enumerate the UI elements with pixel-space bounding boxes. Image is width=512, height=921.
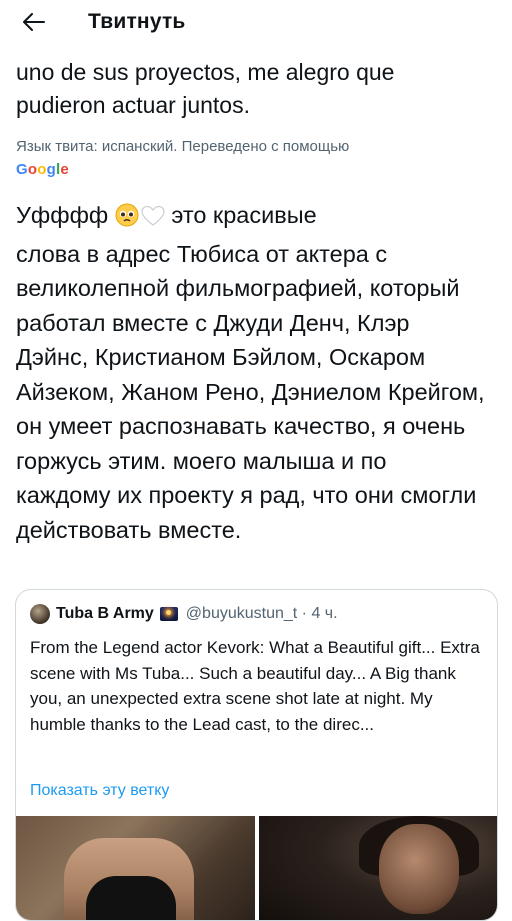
quoted-author-name[interactable]: Tuba B Army [56, 605, 154, 623]
white-heart-icon [141, 202, 165, 237]
tweet-translated-text: Уфффф это красивые слова в адрес Тюбиса … [16, 198, 486, 547]
avatar[interactable] [30, 604, 50, 624]
translated-first-line-rest: это красивые [164, 202, 317, 228]
arrow-left-icon [23, 13, 45, 31]
translated-first-word: Уфффф [16, 202, 109, 228]
face-shape [379, 824, 459, 914]
quoted-handle-time: @buyukustun_t · 4 ч. [185, 605, 338, 622]
back-button[interactable] [18, 6, 50, 38]
quoted-media-image-1[interactable] [16, 816, 255, 920]
top-bar: Твитнуть [0, 0, 512, 44]
quoted-tweet-text: From the Legend actor Kevork: What a Bea… [30, 638, 480, 734]
fireworks-emoji-icon [159, 607, 178, 621]
quoted-media-image-2[interactable] [259, 816, 497, 920]
translated-body: слова в адрес Тюбиса от актера с великол… [16, 240, 485, 543]
tweet-original-text: uno de sus proyectos, me alegro que pudi… [16, 59, 395, 118]
google-logo: Google [16, 161, 69, 178]
quoted-tweet-card[interactable]: Tuba B Army @buyukustun_t · 4 ч. From th… [15, 589, 498, 921]
clothing-shape [86, 876, 176, 920]
show-thread-link[interactable]: Показать эту ветку [30, 782, 169, 800]
page-title: Твитнуть [88, 10, 186, 33]
pleading-face-icon [115, 202, 141, 237]
quoted-tweet-header: Tuba B Army @buyukustun_t · 4 ч. [30, 604, 338, 624]
translation-note: Язык твита: испанский. Переведено с помо… [16, 138, 350, 155]
